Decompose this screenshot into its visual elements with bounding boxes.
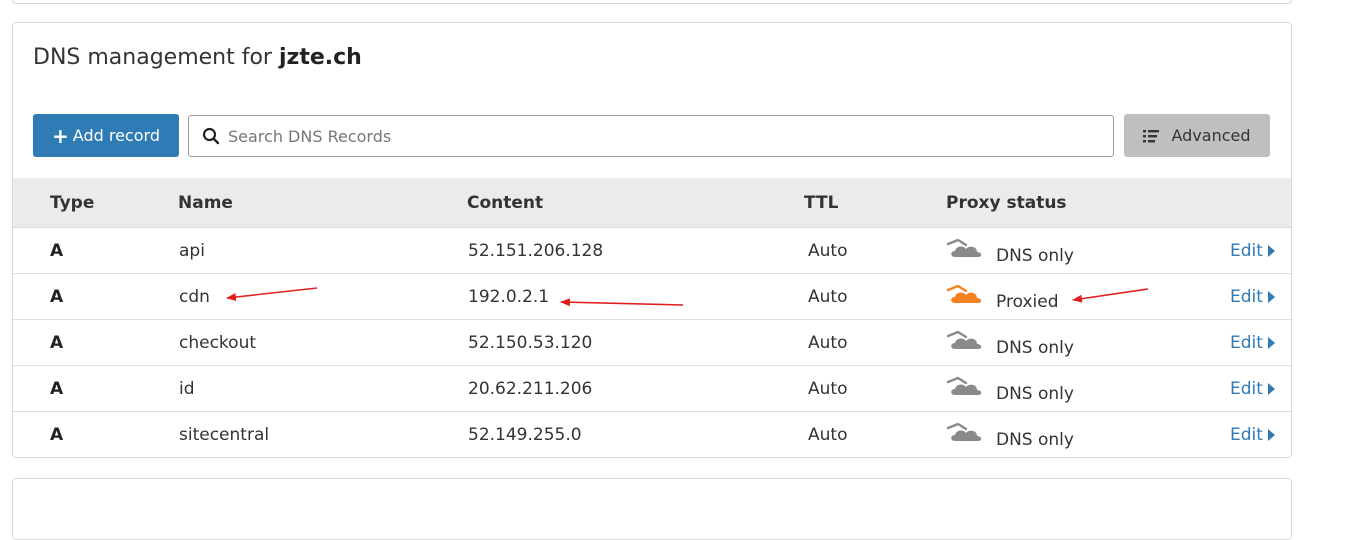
caret-right-icon	[1267, 245, 1275, 257]
record-name: id	[179, 379, 195, 399]
cloud-gray-icon	[946, 330, 996, 357]
record-ttl: Auto	[808, 379, 848, 399]
record-type: A	[50, 333, 64, 353]
next-card	[12, 478, 1292, 540]
proxy-status-label: DNS only	[996, 383, 1074, 404]
record-name: cdn	[179, 287, 210, 307]
dns-management-card: DNS management for jzte.ch + Add record …	[12, 22, 1292, 458]
record-type: A	[50, 379, 64, 399]
proxy-status: Proxied	[946, 284, 1059, 312]
column-header-ttl[interactable]: TTL	[804, 193, 838, 213]
proxy-status-label: DNS only	[996, 429, 1074, 450]
record-ttl: Auto	[808, 425, 848, 445]
record-content: 192.0.2.1	[468, 287, 550, 307]
edit-label: Edit	[1230, 379, 1263, 399]
advanced-label: Advanced	[1171, 126, 1251, 145]
edit-record-link[interactable]: Edit	[1230, 379, 1275, 399]
record-ttl: Auto	[808, 241, 848, 261]
edit-label: Edit	[1230, 333, 1263, 353]
plus-icon: +	[52, 123, 69, 148]
proxy-status: DNS only	[946, 376, 1074, 404]
search-box[interactable]	[188, 115, 1114, 157]
record-content: 52.150.53.120	[468, 333, 593, 353]
table-header: Type Name Content TTL Proxy status	[13, 178, 1291, 228]
table-row: Asitecentral 52.149.255.0 Auto DNS only Edit	[13, 412, 1291, 457]
record-content: 52.149.255.0	[468, 425, 582, 445]
proxy-status: DNS only	[946, 330, 1074, 358]
add-record-label: Add record	[72, 126, 160, 145]
proxy-status: DNS only	[946, 422, 1074, 450]
column-header-content[interactable]: Content	[467, 193, 543, 213]
table-row: Acheckout 52.150.53.120 Auto DNS only Edit	[13, 320, 1291, 366]
record-content: 20.62.211.206	[468, 379, 593, 399]
record-ttl: Auto	[808, 333, 848, 353]
search-input[interactable]	[226, 125, 1113, 147]
column-header-proxy-status[interactable]: Proxy status	[946, 193, 1067, 213]
edit-record-link[interactable]: Edit	[1230, 287, 1275, 307]
caret-right-icon	[1267, 429, 1275, 441]
proxy-status-label: Proxied	[996, 291, 1059, 312]
record-type: A	[50, 241, 64, 261]
title-prefix: DNS management for	[33, 45, 272, 70]
cloud-gray-icon	[946, 238, 996, 265]
caret-right-icon	[1267, 291, 1275, 303]
table-row: Aapi 52.151.206.128 Auto DNS only Edit	[13, 228, 1291, 274]
edit-record-link[interactable]: Edit	[1230, 241, 1275, 261]
record-name: checkout	[179, 333, 257, 353]
list-icon	[1143, 129, 1160, 142]
edit-label: Edit	[1230, 241, 1263, 261]
record-type: A	[50, 287, 64, 307]
column-header-type[interactable]: Type	[50, 193, 94, 213]
page-title: DNS management for jzte.ch	[33, 45, 362, 70]
advanced-button[interactable]: Advanced	[1124, 114, 1270, 157]
caret-right-icon	[1267, 337, 1275, 349]
record-ttl: Auto	[808, 287, 848, 307]
cloud-gray-icon	[946, 376, 996, 403]
add-record-button[interactable]: + Add record	[33, 114, 179, 157]
cloud-gray-icon	[946, 422, 996, 449]
edit-record-link[interactable]: Edit	[1230, 333, 1275, 353]
edit-record-link[interactable]: Edit	[1230, 425, 1275, 445]
previous-card	[12, 0, 1292, 4]
record-type: A	[50, 425, 64, 445]
zone-domain: jzte.ch	[278, 45, 362, 70]
edit-label: Edit	[1230, 425, 1263, 445]
cloud-orange-icon	[946, 284, 996, 311]
proxy-status: DNS only	[946, 238, 1074, 266]
edit-label: Edit	[1230, 287, 1263, 307]
table-row: Aid 20.62.211.206 Auto DNS only Edit	[13, 366, 1291, 412]
caret-right-icon	[1267, 383, 1275, 395]
table-row: Acdn 192.0.2.1 Auto Proxied Edit	[13, 274, 1291, 320]
record-content: 52.151.206.128	[468, 241, 604, 261]
proxy-status-label: DNS only	[996, 337, 1074, 358]
proxy-status-label: DNS only	[996, 245, 1074, 266]
column-header-name[interactable]: Name	[178, 193, 233, 213]
record-name: api	[179, 241, 205, 261]
search-icon	[202, 127, 220, 145]
record-name: sitecentral	[179, 425, 270, 445]
